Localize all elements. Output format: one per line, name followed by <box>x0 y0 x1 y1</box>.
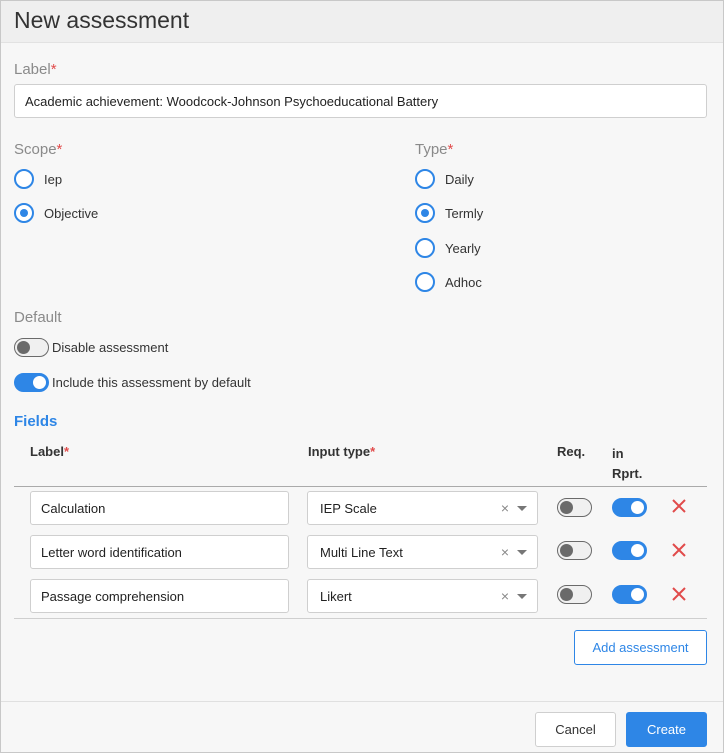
radio-button[interactable] <box>415 169 435 189</box>
table-header-divider <box>14 486 707 487</box>
clear-icon[interactable]: × <box>501 500 509 516</box>
required-mark: * <box>63 444 70 459</box>
input-type-select[interactable]: Likert × <box>307 579 538 613</box>
scope-label: Scope* <box>14 141 62 158</box>
input-type-value: Multi Line Text <box>320 544 403 560</box>
radio-button[interactable] <box>14 169 34 189</box>
fields-section-title: Fields <box>14 413 58 430</box>
column-header-in-report: in Rprt. <box>612 444 642 484</box>
cancel-button[interactable]: Cancel <box>535 712 616 747</box>
chevron-down-icon[interactable] <box>517 594 527 599</box>
radio-button-checked[interactable] <box>14 203 34 223</box>
include-default-toggle-row[interactable]: Include this assessment by default <box>14 373 251 392</box>
type-label-text: Type <box>415 141 448 158</box>
dialog-title: New assessment <box>14 7 190 33</box>
radio-button[interactable] <box>415 272 435 292</box>
clear-icon[interactable]: × <box>501 588 509 604</box>
scope-option-label: Objective <box>44 205 99 221</box>
type-option-adhoc[interactable]: Adhoc <box>415 272 482 292</box>
type-option-label: Daily <box>445 171 474 187</box>
scope-option-label: Iep <box>44 171 63 187</box>
scope-option-objective[interactable]: Objective <box>14 203 98 223</box>
chevron-down-icon[interactable] <box>517 550 527 555</box>
new-assessment-dialog: New assessment Label* Academic achieveme… <box>0 0 724 753</box>
disable-assessment-toggle[interactable] <box>14 338 49 357</box>
close-x-icon[interactable] <box>671 542 687 558</box>
field-label-input[interactable]: Letter word identification <box>30 535 289 569</box>
label-field-label-text: Label <box>14 61 51 78</box>
required-mark: * <box>50 61 57 78</box>
include-default-toggle[interactable] <box>14 373 49 392</box>
required-mark: * <box>370 444 376 459</box>
required-toggle[interactable] <box>557 585 592 604</box>
type-option-yearly[interactable]: Yearly <box>415 238 481 258</box>
type-option-label: Yearly <box>445 240 481 256</box>
add-assessment-button[interactable]: Add assessment <box>574 630 707 665</box>
required-toggle[interactable] <box>557 541 592 560</box>
radio-button-checked[interactable] <box>415 203 435 223</box>
input-type-value: Likert <box>320 588 352 604</box>
default-label: Default <box>14 309 62 326</box>
close-x-icon[interactable] <box>671 586 687 602</box>
in-report-toggle[interactable] <box>612 541 647 560</box>
type-label: Type* <box>415 141 453 158</box>
chevron-down-icon[interactable] <box>517 506 527 511</box>
disable-assessment-label: Disable assessment <box>52 340 169 355</box>
column-header-label: Label* <box>30 444 69 459</box>
column-header-label-text: Label <box>30 444 64 459</box>
column-header-req: Req. <box>557 444 586 459</box>
field-label-input[interactable]: Passage comprehension <box>30 579 289 613</box>
footer-divider <box>1 701 723 702</box>
scope-label-text: Scope <box>14 141 57 158</box>
field-label-input[interactable]: Calculation <box>30 491 289 525</box>
table-bottom-divider <box>14 618 707 619</box>
input-type-select[interactable]: Multi Line Text × <box>307 535 538 569</box>
close-x-icon[interactable] <box>671 498 687 514</box>
label-field-label: Label* <box>14 61 57 78</box>
required-toggle[interactable] <box>557 498 592 517</box>
column-header-in-report-line1: in <box>612 446 624 461</box>
type-option-daily[interactable]: Daily <box>415 169 474 189</box>
type-option-termly[interactable]: Termly <box>415 203 483 223</box>
column-header-in-report-line2: Rprt. <box>612 466 643 481</box>
column-header-input-type: Input type* <box>308 444 375 459</box>
in-report-toggle[interactable] <box>612 498 647 517</box>
disable-assessment-toggle-row[interactable]: Disable assessment <box>14 338 168 357</box>
type-option-label: Termly <box>445 205 484 221</box>
assessment-label-input[interactable]: Academic achievement: Woodcock-Johnson P… <box>14 84 707 118</box>
required-mark: * <box>447 141 454 158</box>
column-header-input-type-text: Input type <box>308 444 371 459</box>
scope-option-iep[interactable]: Iep <box>14 169 62 189</box>
input-type-value: IEP Scale <box>320 500 377 516</box>
dialog-header: New assessment <box>1 1 723 43</box>
include-default-label: Include this assessment by default <box>52 375 251 390</box>
radio-button[interactable] <box>415 238 435 258</box>
required-mark: * <box>56 141 63 158</box>
in-report-toggle[interactable] <box>612 585 647 604</box>
input-type-select[interactable]: IEP Scale × <box>307 491 538 525</box>
create-button[interactable]: Create <box>626 712 707 747</box>
clear-icon[interactable]: × <box>501 544 509 560</box>
type-option-label: Adhoc <box>445 274 482 290</box>
